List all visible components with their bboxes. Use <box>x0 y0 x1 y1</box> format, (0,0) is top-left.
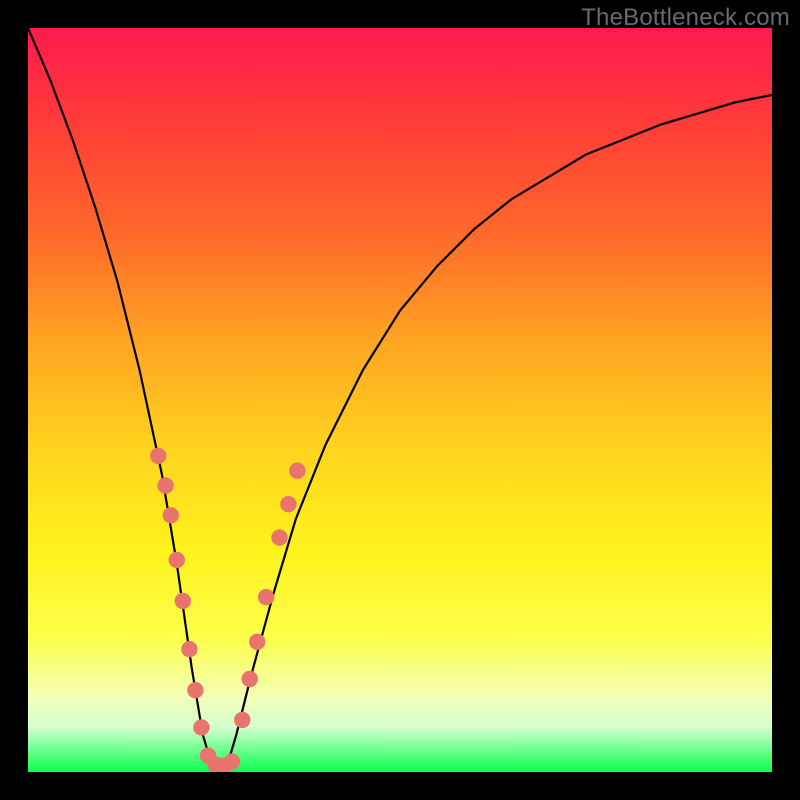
chart-frame: TheBottleneck.com <box>0 0 800 800</box>
plot-area <box>28 28 772 772</box>
curve-marker <box>163 507 179 523</box>
chart-svg <box>28 28 772 772</box>
curve-marker <box>289 463 305 479</box>
curve-marker <box>249 634 265 650</box>
curve-marker <box>169 552 185 568</box>
watermark-text: TheBottleneck.com <box>581 4 790 32</box>
curve-marker <box>280 496 296 512</box>
curve-marker <box>271 529 287 545</box>
curve-marker <box>258 589 274 605</box>
curve-marker <box>242 671 258 687</box>
curve-marker <box>181 641 197 657</box>
curve-marker <box>150 448 166 464</box>
curve-marker <box>187 682 203 698</box>
curve-marker <box>224 753 240 769</box>
bottleneck-curve <box>28 28 772 772</box>
curve-markers <box>150 448 305 772</box>
curve-marker <box>193 719 209 735</box>
curve-marker <box>234 712 250 728</box>
curve-marker <box>157 477 173 493</box>
curve-marker <box>175 593 191 609</box>
